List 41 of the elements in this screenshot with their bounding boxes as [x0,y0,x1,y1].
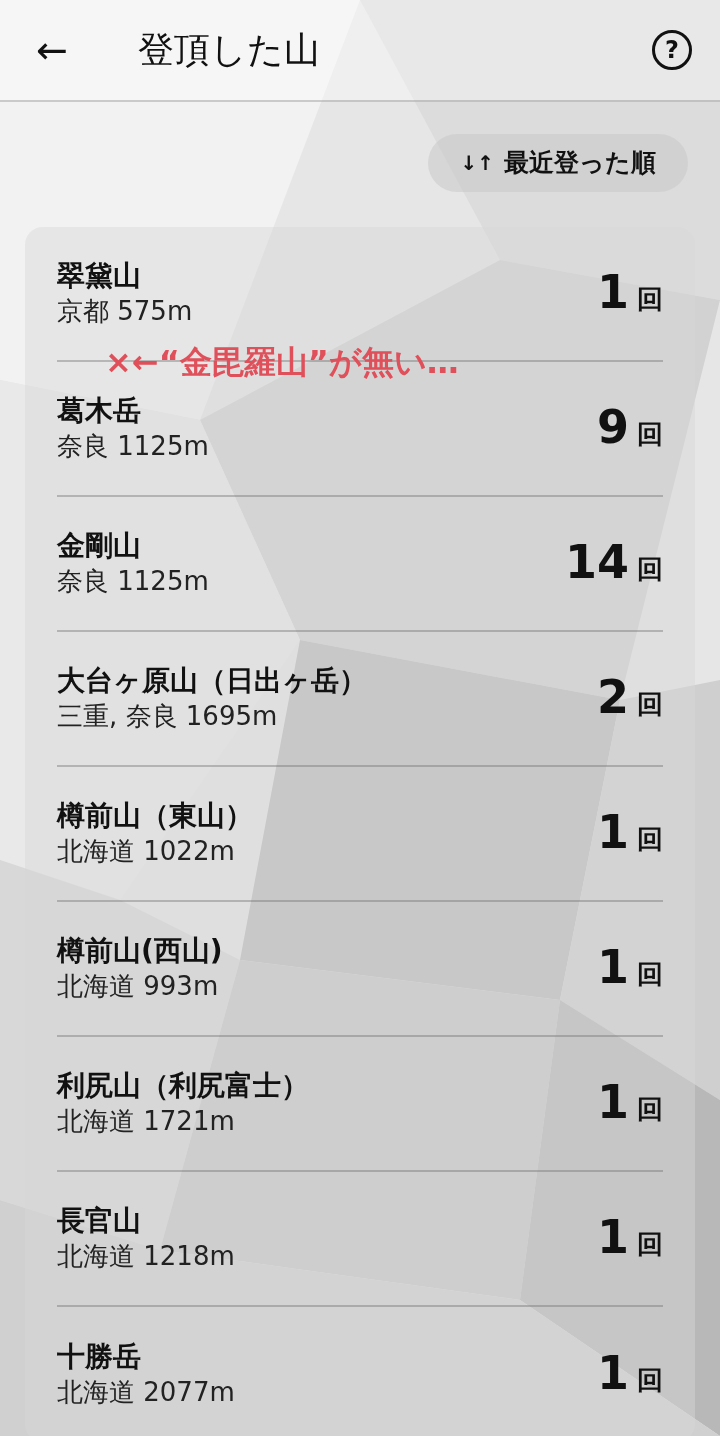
mountain-name: 長官山 [57,1203,142,1240]
mountain-name: 翠黛山 [57,258,142,295]
mountain-name: 大台ヶ原山（日出ヶ岳） [57,663,367,700]
mountain-name: 利尻山（利尻富士） [57,1068,309,1105]
mountain-name: 金剛山 [57,528,142,565]
count-unit: 回 [637,282,663,316]
climb-count: 1 [597,1349,629,1396]
count-unit: 回 [637,417,663,451]
mountain-location: 北海道 1721m [57,1104,236,1138]
count-unit: 回 [637,1227,663,1261]
mountain-location: 三重, 奈良 1695m [57,699,279,733]
count-unit: 回 [637,1092,663,1126]
mountain-location: 北海道 1218m [57,1239,235,1273]
climb-count: 1 [597,1213,629,1260]
back-button[interactable]: ← [36,31,68,69]
annotation-text: ×←“金毘羅山”が無い… [105,342,459,383]
climb-count: 1 [597,943,629,990]
mountain-location: 京都 575m [57,294,193,328]
count-unit: 回 [637,687,663,721]
climb-count: 2 [597,673,629,720]
count-unit: 回 [637,1363,663,1397]
climb-count: 9 [597,403,629,450]
mountain-location: 奈良 1125m [57,564,209,598]
mountain-location: 北海道 2077m [57,1375,235,1409]
mountain-location: 奈良 1125m [57,429,209,463]
mountain-name: 十勝岳 [57,1339,142,1376]
mountain-name: 樽前山(西山) [57,933,223,970]
climb-count: 1 [597,808,629,855]
mountain-location: 北海道 1022m [57,834,236,868]
sort-button[interactable]: ↓↑ 最近登った順 [428,134,688,192]
page-title: 登頂した山 [137,28,320,72]
mountain-name: 葛木岳 [57,393,142,430]
climb-count: 1 [597,1078,629,1125]
climb-count: 1 [597,268,629,315]
mountain-location: 北海道 993m [57,969,220,1003]
help-icon[interactable]: ? [652,30,692,70]
count-unit: 回 [637,552,663,586]
count-unit: 回 [637,957,663,991]
climb-count: 14 [565,538,629,585]
mountain-name: 樽前山（東山） [57,798,253,835]
count-unit: 回 [637,822,663,856]
